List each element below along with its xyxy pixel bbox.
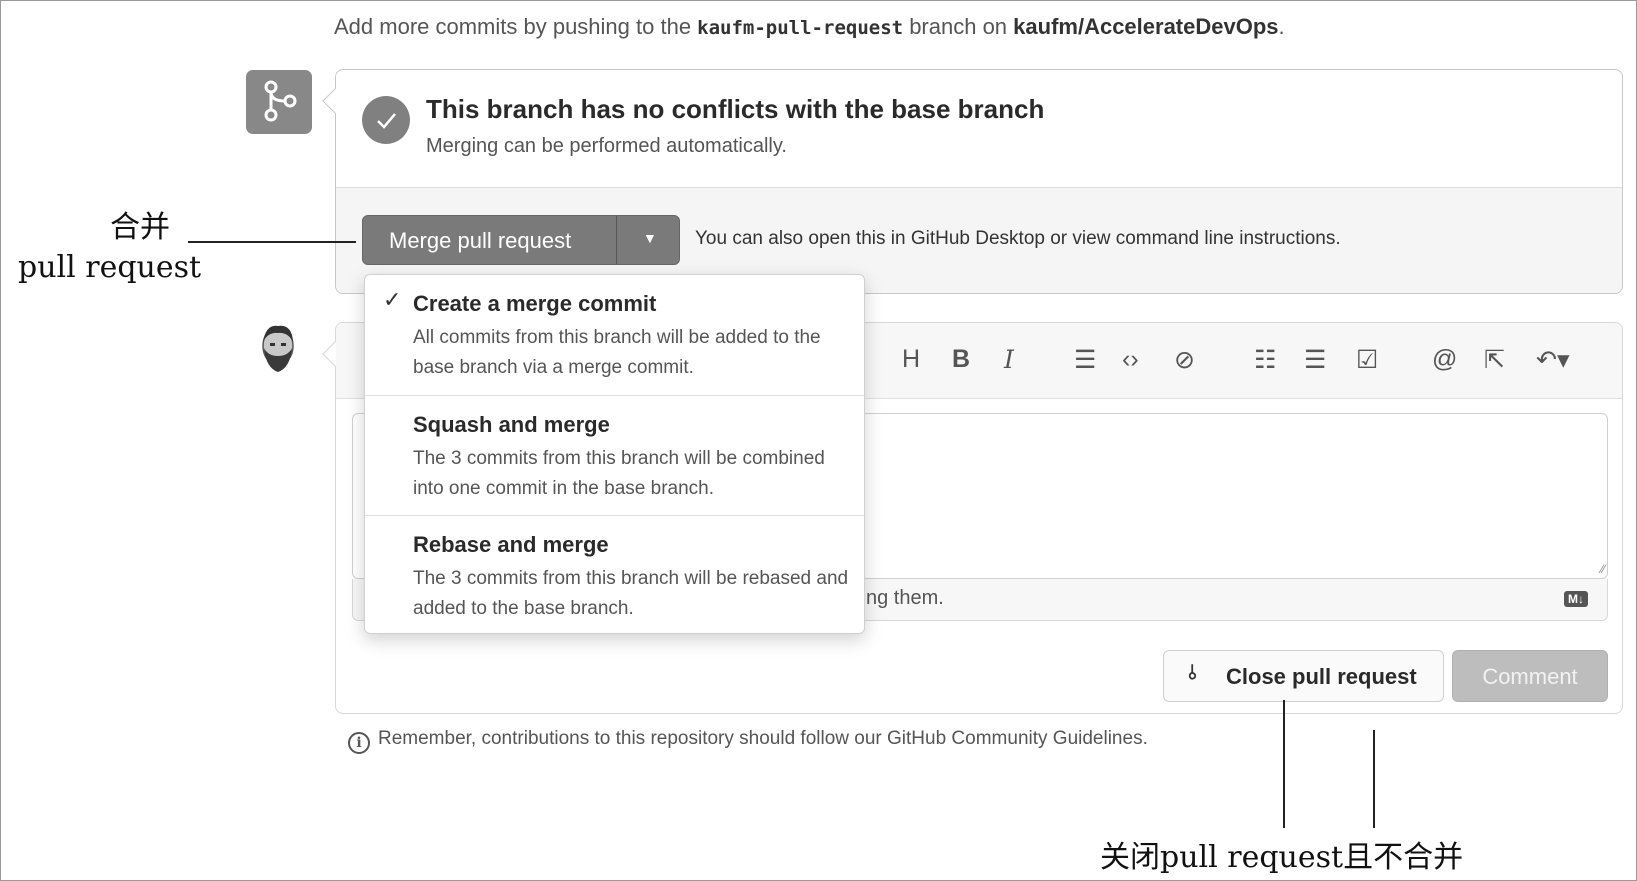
comment-button-label: Comment [1482, 664, 1578, 689]
panel-divider [336, 187, 1622, 188]
repo-link[interactable]: kaufm/AccelerateDevOps [1013, 14, 1278, 39]
push-message-prefix: Add more commits by pushing to the [334, 14, 698, 39]
comment-button[interactable]: Comment [1452, 650, 1608, 702]
heading-icon[interactable]: H [902, 345, 920, 374]
code-icon[interactable]: ‹› [1122, 345, 1139, 374]
merge-status-title: This branch has no conflicts with the ba… [426, 94, 1045, 124]
merge-option-title: Squash and merge [413, 412, 610, 437]
annotation-close-label: 关闭pull request且不合并 [1100, 840, 1464, 875]
resize-grip-icon[interactable]: ⁄⁄ [1601, 562, 1605, 576]
merge-method-dropdown: ✓ Create a merge commit All commits from… [364, 274, 865, 634]
merge-button-separator [616, 216, 617, 264]
merge-option-description: The 3 commits from this branch will be r… [413, 568, 849, 619]
unordered-list-icon[interactable]: ☷ [1254, 345, 1276, 375]
push-commits-message: Add more commits by pushing to the kaufm… [334, 14, 1285, 40]
close-button-label: Close pull request [1226, 664, 1417, 689]
cross-reference-icon[interactable]: ⇱ [1484, 345, 1505, 375]
annotation-merge-line1: 合并 [110, 210, 170, 245]
git-merge-icon [246, 70, 312, 134]
annotation-comment-leader-line [1373, 730, 1375, 828]
markdown-icon: M↓ [1564, 591, 1588, 607]
check-circle-icon [362, 96, 410, 144]
remember-text[interactable]: Remember, contributions to this reposito… [378, 728, 1148, 749]
italic-icon[interactable]: I [1004, 345, 1014, 374]
ordered-list-icon[interactable]: ☰ [1304, 345, 1326, 375]
push-message-middle: branch on [903, 14, 1014, 39]
pull-request-closed-icon: ⫰ [1188, 662, 1197, 684]
reply-icon[interactable]: ↶▾ [1536, 345, 1570, 375]
push-message-suffix: . [1278, 14, 1285, 39]
merge-option-squash-and-merge[interactable]: Squash and merge The 3 commits from this… [365, 395, 864, 515]
merge-option-create-merge-commit[interactable]: ✓ Create a merge commit All commits from… [365, 275, 864, 395]
merge-pull-request-button[interactable]: Merge pull request ▼ [362, 215, 680, 265]
branch-name: kaufm-pull-request [697, 17, 904, 39]
close-pull-request-button[interactable]: ⫰ Close pull request [1163, 650, 1444, 702]
task-list-icon[interactable]: ☑ [1356, 345, 1378, 375]
merge-option-title: Create a merge commit [413, 291, 657, 316]
merge-option-title: Rebase and merge [413, 532, 609, 557]
avatar [258, 322, 298, 378]
bold-icon[interactable]: B [952, 345, 970, 374]
community-guidelines-note: i Remember, contributions to this reposit… [348, 728, 1148, 754]
check-icon: ✓ [383, 287, 402, 312]
info-icon: i [348, 732, 370, 754]
annotation-merge-line2: pull request [18, 250, 202, 285]
annotation-close-leader-line [1283, 700, 1285, 828]
link-icon[interactable]: ⊘ [1174, 345, 1195, 375]
merge-status-panel: This branch has no conflicts with the ba… [322, 69, 1623, 294]
merge-option-rebase-and-merge[interactable]: Rebase and merge The 3 commits from this… [365, 515, 864, 635]
mention-icon[interactable]: @ [1432, 345, 1457, 374]
quote-icon[interactable]: ☰ [1074, 345, 1096, 375]
merge-option-description: The 3 commits from this branch will be c… [413, 448, 825, 499]
chevron-down-icon[interactable]: ▼ [643, 230, 657, 246]
annotation-merge-leader-line [188, 241, 356, 243]
merge-status-subtitle: Merging can be performed automatically. [426, 135, 787, 157]
open-in-desktop-text[interactable]: You can also open this in GitHub Desktop… [695, 228, 1341, 250]
merge-button-label: Merge pull request [389, 228, 572, 253]
merge-option-description: All commits from this branch will be add… [413, 327, 821, 378]
